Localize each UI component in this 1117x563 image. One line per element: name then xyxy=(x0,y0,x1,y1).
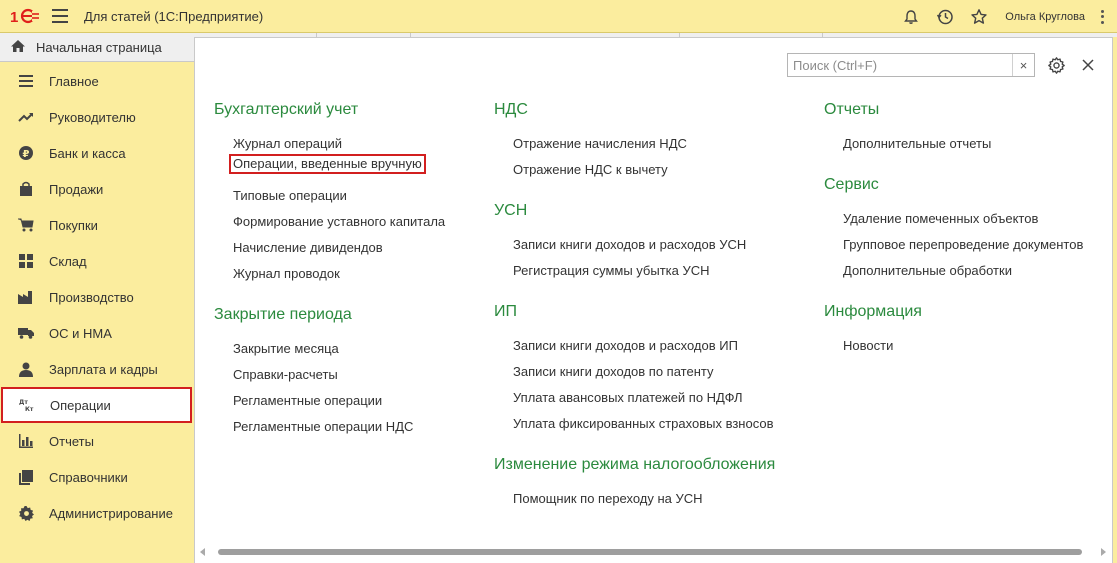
sidebar-item-label: Склад xyxy=(49,253,87,269)
section-information-title[interactable]: Информация xyxy=(824,303,922,321)
gear-icon xyxy=(18,505,34,521)
section-service-title[interactable]: Сервис xyxy=(824,176,879,194)
home-icon xyxy=(10,39,26,56)
horizontal-scrollbar[interactable] xyxy=(200,547,1106,557)
section-ip-title[interactable]: ИП xyxy=(494,303,517,321)
menu-lines-icon xyxy=(18,73,34,89)
section-period-closing-title[interactable]: Закрытие периода xyxy=(214,306,352,324)
1c-logo: 1 xyxy=(10,7,40,25)
scrollbar-thumb[interactable] xyxy=(218,549,1082,555)
dt-kt-icon: Дт Кт xyxy=(19,397,35,413)
sidebar-item-label: Продажи xyxy=(49,181,104,197)
sidebar-item-label: Руководителю xyxy=(49,109,136,125)
sidebar-item-directories[interactable]: Справочники xyxy=(0,459,194,495)
app-title: Для статей (1С:Предприятие) xyxy=(84,8,264,24)
link-delete-marked-objects[interactable]: Удаление помеченных объектов xyxy=(843,211,1038,226)
link-operations-journal[interactable]: Журнал операций xyxy=(233,136,342,151)
sidebar-item-sales[interactable]: Продажи xyxy=(0,171,194,207)
link-vat-deduction[interactable]: Отражение НДС к вычету xyxy=(513,162,668,177)
section-vat-title[interactable]: НДС xyxy=(494,101,528,119)
link-vat-accrual[interactable]: Отражение начисления НДС xyxy=(513,136,687,151)
link-news[interactable]: Новости xyxy=(843,338,893,353)
sidebar-item-warehouse[interactable]: Склад xyxy=(0,243,194,279)
link-regulatory-operations-vat[interactable]: Регламентные операции НДС xyxy=(233,419,413,434)
link-typical-operations[interactable]: Типовые операции xyxy=(233,188,347,203)
sidebar-item-label: Администрирование xyxy=(49,505,173,521)
ruble-coin-icon: ₽ xyxy=(18,145,34,161)
truck-icon xyxy=(18,325,34,341)
sidebar-item-label: Справочники xyxy=(49,469,128,485)
search-box: × xyxy=(787,53,1035,77)
section-panel: × Бухгалтерский учет Журнал операций Опе… xyxy=(194,37,1113,563)
svg-text:Дт: Дт xyxy=(19,399,28,406)
section-tax-regime-change-title[interactable]: Изменение режима налогообложения xyxy=(494,456,775,474)
link-manual-operations[interactable]: Операции, введенные вручную xyxy=(229,154,426,174)
link-calculation-certificates[interactable]: Справки-расчеты xyxy=(233,367,338,382)
cart-icon xyxy=(18,217,34,233)
link-usn-loss[interactable]: Регистрация суммы убытка УСН xyxy=(513,263,710,278)
home-page-label: Начальная страница xyxy=(36,39,162,55)
link-authorized-capital[interactable]: Формирование уставного капитала xyxy=(233,214,445,229)
sidebar-item-label: Зарплата и кадры xyxy=(49,361,158,377)
person-icon xyxy=(18,361,34,377)
star-icon[interactable] xyxy=(969,7,989,27)
sidebar-item-production[interactable]: Производство xyxy=(0,279,194,315)
home-page-button[interactable]: Начальная страница xyxy=(0,33,194,62)
user-name[interactable]: Ольга Круглова xyxy=(1005,11,1085,23)
close-icon[interactable] xyxy=(1078,55,1098,75)
sidebar-item-label: Главное xyxy=(49,73,99,89)
warehouse-grid-icon xyxy=(18,253,34,269)
settings-gear-icon[interactable] xyxy=(1046,55,1066,75)
sidebar-item-reports[interactable]: Отчеты xyxy=(0,423,194,459)
link-usn-transition-wizard[interactable]: Помощник по переходу на УСН xyxy=(513,491,703,506)
link-additional-reports[interactable]: Дополнительные отчеты xyxy=(843,136,991,151)
section-reports-title[interactable]: Отчеты xyxy=(824,101,879,119)
more-options-icon[interactable] xyxy=(1095,8,1109,26)
link-patent-income-book[interactable]: Записи книги доходов по патенту xyxy=(513,364,713,379)
sidebar-item-administration[interactable]: Администрирование xyxy=(0,495,194,531)
search-input[interactable] xyxy=(788,54,1012,76)
sidebar-item-salary[interactable]: Зарплата и кадры xyxy=(0,351,194,387)
scroll-right-arrow-icon[interactable] xyxy=(1101,548,1106,556)
link-dividends[interactable]: Начисление дивидендов xyxy=(233,240,383,255)
section-accounting-title[interactable]: Бухгалтерский учет xyxy=(214,101,358,119)
svg-text:₽: ₽ xyxy=(23,149,30,160)
sidebar-item-label: Производство xyxy=(49,289,134,305)
svg-text:1: 1 xyxy=(10,9,18,24)
sidebar-item-label: Отчеты xyxy=(49,433,94,449)
sidebar-item-fixed-assets[interactable]: ОС и НМА xyxy=(0,315,194,351)
sidebar-item-purchases[interactable]: Покупки xyxy=(0,207,194,243)
link-ndfl-advance-payments[interactable]: Уплата авансовых платежей по НДФЛ xyxy=(513,390,743,405)
main-menu-button[interactable] xyxy=(52,9,68,23)
history-icon[interactable] xyxy=(935,7,955,27)
link-month-closing[interactable]: Закрытие месяца xyxy=(233,341,339,356)
factory-icon xyxy=(18,289,34,305)
bell-icon[interactable] xyxy=(901,7,921,27)
section-usn-title[interactable]: УСН xyxy=(494,202,527,220)
link-ip-income-book[interactable]: Записи книги доходов и расходов ИП xyxy=(513,338,738,353)
sidebar-item-manager[interactable]: Руководителю xyxy=(0,99,194,135)
sidebar-item-bank[interactable]: ₽ Банк и касса xyxy=(0,135,194,171)
svg-text:Кт: Кт xyxy=(25,406,34,412)
sidebar-item-operations[interactable]: Дт Кт Операции xyxy=(1,387,192,423)
sidebar-item-label: ОС и НМА xyxy=(49,325,112,341)
shopping-bag-icon xyxy=(18,181,34,197)
link-group-reposting[interactable]: Групповое перепроведение документов xyxy=(843,237,1083,252)
sidebar-item-label: Покупки xyxy=(49,217,98,233)
link-usn-income-book[interactable]: Записи книги доходов и расходов УСН xyxy=(513,237,746,252)
sidebar-item-main[interactable]: Главное xyxy=(0,63,194,99)
scroll-left-arrow-icon[interactable] xyxy=(200,548,205,556)
sidebar-item-label: Операции xyxy=(50,397,111,413)
books-icon xyxy=(18,469,34,485)
title-bar: 1 Для статей (1С:Предприятие) Ольга Круг… xyxy=(0,0,1117,33)
sections-sidebar: Главное Руководителю ₽ Банк и касса Прод… xyxy=(0,63,194,563)
sidebar-item-label: Банк и касса xyxy=(49,145,126,161)
bar-chart-icon xyxy=(18,433,34,449)
link-regulatory-operations[interactable]: Регламентные операции xyxy=(233,393,382,408)
link-additional-processing[interactable]: Дополнительные обработки xyxy=(843,263,1012,278)
link-entries-journal[interactable]: Журнал проводок xyxy=(233,266,340,281)
clear-search-button[interactable]: × xyxy=(1012,54,1034,76)
trend-icon xyxy=(18,109,34,125)
link-fixed-insurance-payments[interactable]: Уплата фиксированных страховых взносов xyxy=(513,416,773,431)
